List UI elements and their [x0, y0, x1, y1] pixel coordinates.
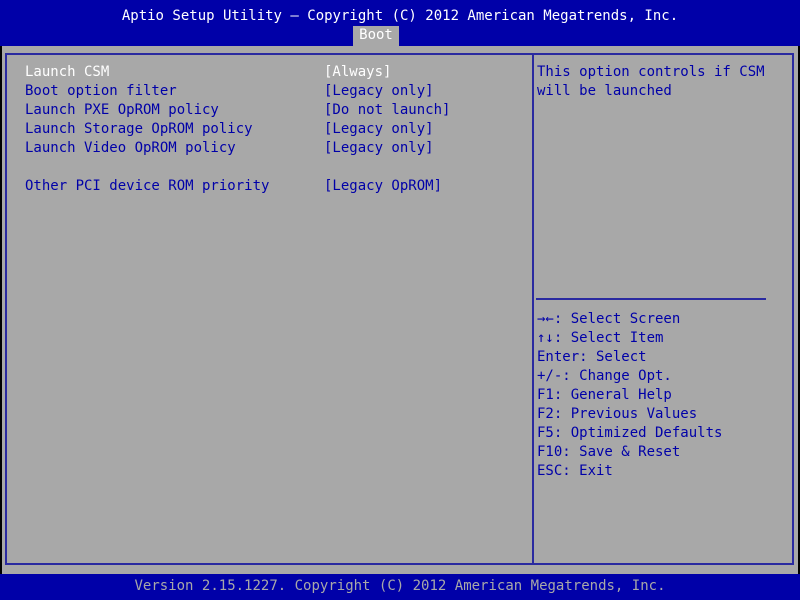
key-hint-f5: F5: Optimized Defaults: [537, 425, 723, 441]
setting-label: Other PCI device ROM priority: [25, 178, 270, 194]
help-divider: [536, 298, 766, 300]
app-title: Aptio Setup Utility – Copyright (C) 2012…: [121, 8, 679, 24]
header-bar: Aptio Setup Utility – Copyright (C) 2012…: [0, 0, 800, 46]
setting-value[interactable]: [Legacy only]: [324, 139, 434, 158]
setting-label: Boot option filter: [25, 83, 177, 99]
key-hint-f2: F2: Previous Values: [537, 406, 698, 422]
key-hint-esc: ESC: Exit: [537, 463, 613, 479]
setting-boot-option-filter[interactable]: Boot option filter [Legacy only]: [25, 82, 505, 101]
tab-boot[interactable]: Boot: [353, 26, 399, 46]
key-hint-enter: Enter: Select: [537, 349, 647, 365]
setting-launch-csm[interactable]: Launch CSM [Always]: [25, 63, 505, 82]
setting-label: Launch CSM: [25, 64, 110, 80]
setting-launch-pxe-oprom-policy[interactable]: Launch PXE OpROM policy [Do not launch]: [25, 101, 505, 120]
setting-value[interactable]: [Always]: [324, 63, 391, 82]
setting-other-pci-device-rom-priority[interactable]: Other PCI device ROM priority [Legacy Op…: [25, 177, 505, 196]
setting-label: Launch Video OpROM policy: [25, 140, 236, 156]
key-hint-change-opt: +/-: Change Opt.: [537, 368, 672, 384]
setting-value[interactable]: [Legacy only]: [324, 120, 434, 139]
setting-launch-video-oprom-policy[interactable]: Launch Video OpROM policy [Legacy only]: [25, 139, 505, 158]
help-text-line: will be launched: [537, 83, 672, 99]
setting-label: Launch PXE OpROM policy: [25, 102, 219, 118]
help-text-line: This option controls if CSM: [537, 64, 765, 80]
key-hint-f1: F1: General Help: [537, 387, 672, 403]
setting-value[interactable]: [Legacy only]: [324, 82, 434, 101]
setting-value[interactable]: [Legacy OpROM]: [324, 177, 442, 196]
setting-launch-storage-oprom-policy[interactable]: Launch Storage OpROM policy [Legacy only…: [25, 120, 505, 139]
footer-version: Version 2.15.1227. Copyright (C) 2012 Am…: [0, 574, 800, 600]
panel-divider: [532, 53, 534, 565]
key-hint-select-screen: →←: Select Screen: [537, 311, 681, 327]
key-hint-select-item: ↑↓: Select Item: [537, 330, 664, 346]
key-hint-f10: F10: Save & Reset: [537, 444, 681, 460]
setting-label: Launch Storage OpROM policy: [25, 121, 253, 137]
main-panel: Launch CSM [Always] Boot option filter […: [2, 46, 798, 574]
setting-value[interactable]: [Do not launch]: [324, 101, 450, 120]
